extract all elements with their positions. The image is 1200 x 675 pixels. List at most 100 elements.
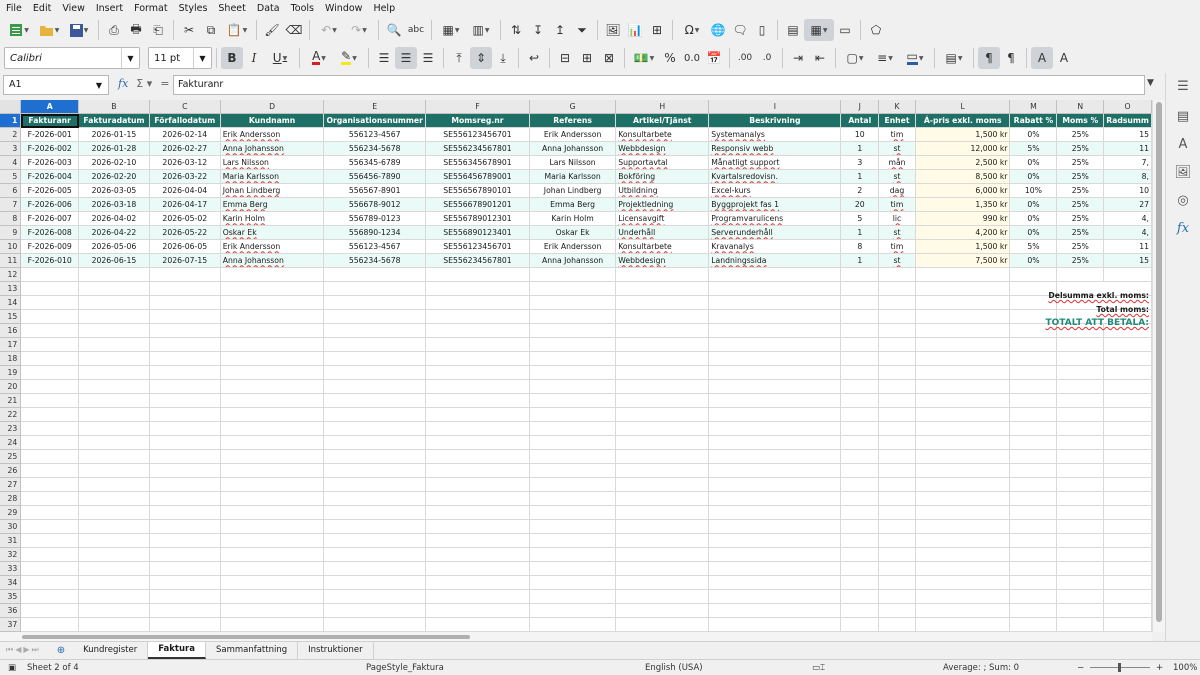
table-cell[interactable] [323,491,426,507]
table-cell[interactable] [1056,421,1105,437]
table-cell[interactable]: 2026-05-22 [149,225,221,241]
table-cell[interactable] [20,505,80,521]
table-cell[interactable]: SE556345678901 [425,155,530,171]
table-cell[interactable] [323,449,426,465]
sort-descending-icon[interactable]: ↥ [549,19,571,41]
table-cell[interactable]: Webbdesign [615,253,710,269]
table-cell[interactable]: Johan Lindberg [529,183,617,199]
header-cell[interactable]: Referens [529,113,617,129]
table-cell[interactable]: SE556234567801 [425,253,530,269]
table-cell[interactable] [1009,393,1058,409]
table-cell[interactable] [615,603,710,619]
show-draw-functions-icon[interactable]: ⬠ [865,19,887,41]
table-cell[interactable] [1103,477,1152,493]
table-cell[interactable] [323,267,426,283]
table-cell[interactable] [915,295,1011,311]
table-cell[interactable] [615,379,710,395]
table-cell[interactable] [323,533,426,549]
table-cell[interactable] [20,281,80,297]
table-cell[interactable]: 2026-03-18 [78,197,150,213]
table-cell[interactable] [1103,393,1152,409]
table-cell[interactable] [840,407,880,423]
table-cell[interactable]: F-2026-006 [20,197,80,213]
table-cell[interactable]: SE556123456701 [425,127,530,143]
column-header-h[interactable]: H [615,100,710,115]
table-cell[interactable] [529,435,617,451]
table-cell[interactable] [20,393,80,409]
table-cell[interactable] [1103,337,1152,353]
table-cell[interactable] [20,575,80,591]
table-cell[interactable]: Landningssida [708,253,842,269]
table-cell[interactable] [425,267,530,283]
table-cell[interactable] [1009,505,1058,521]
table-cell[interactable] [615,323,710,339]
table-cell[interactable] [615,435,710,451]
table-cell[interactable] [1009,267,1058,283]
table-cell[interactable] [615,407,710,423]
table-cell[interactable]: Kvartalsredovisn. [708,169,842,185]
table-cell[interactable] [20,379,80,395]
table-cell[interactable] [615,575,710,591]
table-cell[interactable]: Konsultarbete [615,127,710,143]
table-cell[interactable] [1056,561,1105,577]
table-cell[interactable]: 8, [1103,169,1152,185]
table-cell[interactable] [220,561,325,577]
table-cell[interactable] [878,519,916,535]
table-cell[interactable] [915,337,1011,353]
table-cell[interactable] [529,267,617,283]
table-cell[interactable]: 2026-01-15 [78,127,150,143]
table-cell[interactable] [1103,463,1152,479]
row-header[interactable]: 14 [0,295,22,311]
table-cell[interactable]: 0% [1009,253,1058,269]
hyperlink-icon[interactable]: 🌐 [707,19,729,41]
table-cell[interactable]: 7,500 kr [915,253,1011,269]
menu-insert[interactable]: Insert [93,3,131,14]
spreadsheet-grid[interactable]: ABCDEFGHIJKLMNO 1 Fakturanr Fakturadatum Fö… [0,100,1152,632]
table-cell[interactable] [425,295,530,311]
table-cell[interactable]: F-2026-005 [20,183,80,199]
tab-instruktioner[interactable]: Instruktioner [298,641,374,659]
table-cell[interactable] [878,337,916,353]
table-cell[interactable]: Byggprojekt fas 1 [708,197,842,213]
tab-sammanfattning[interactable]: Sammanfattning [206,641,299,659]
row-header[interactable]: 19 [0,365,22,381]
table-cell[interactable] [425,281,530,297]
cut-icon[interactable]: ✂ [178,19,200,41]
wrap-text-icon[interactable]: ↩ [523,47,545,69]
table-cell[interactable]: 2026-05-06 [78,239,150,255]
table-cell[interactable] [220,491,325,507]
table-cell[interactable] [1103,407,1152,423]
row-header[interactable]: 10 [0,239,22,255]
table-cell[interactable] [615,589,710,605]
table-cell[interactable] [529,309,617,325]
table-cell[interactable] [1009,491,1058,507]
table-cell[interactable]: 2,500 kr [915,155,1011,171]
table-cell[interactable] [529,365,617,381]
row-header[interactable]: 26 [0,463,22,479]
table-cell[interactable]: Karin Holm [220,211,325,227]
header-cell[interactable]: Organisationsnummer [323,113,426,129]
table-cell[interactable]: Emma Berg [220,197,325,213]
row-header[interactable]: 13 [0,281,22,297]
table-cell[interactable] [149,575,221,591]
table-cell[interactable]: 2026-04-22 [78,225,150,241]
row-header[interactable]: 16 [0,323,22,339]
table-cell[interactable]: st [878,225,916,241]
table-cell[interactable] [840,449,880,465]
redo-icon[interactable]: ↷ ▼ [344,19,374,41]
table-cell[interactable] [149,323,221,339]
row-header[interactable]: 12 [0,267,22,283]
table-cell[interactable] [529,449,617,465]
table-cell[interactable]: 5% [1009,141,1058,157]
table-cell[interactable]: 556234-5678 [323,141,426,157]
table-cell[interactable] [915,505,1011,521]
table-cell[interactable] [915,603,1011,619]
row-header[interactable]: 2 [0,127,22,143]
table-cell[interactable]: Bokföring [615,169,710,185]
border-style-icon[interactable]: ≡ ▼ [870,47,900,69]
table-cell[interactable]: Kravanalys [708,239,842,255]
table-cell[interactable]: Erik Andersson [220,239,325,255]
horizontal-scrollbar[interactable] [0,632,1152,641]
table-cell[interactable] [878,267,916,283]
table-cell[interactable]: Erik Andersson [529,239,617,255]
